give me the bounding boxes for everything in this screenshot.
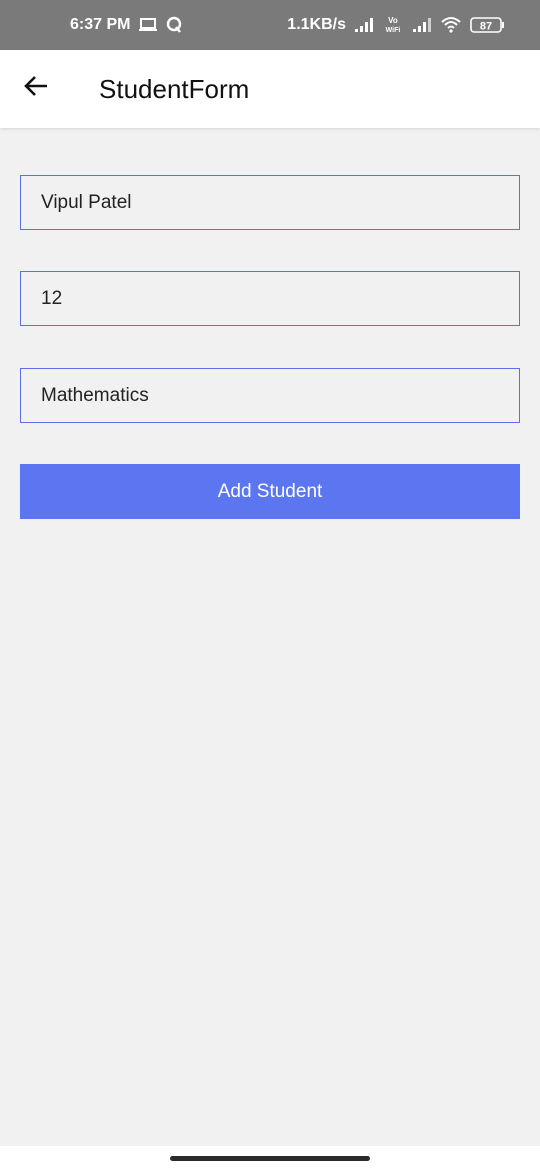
wifi-icon <box>440 16 462 34</box>
arrow-left-icon <box>23 73 49 104</box>
student-name-input[interactable] <box>41 191 519 214</box>
vowifi-icon: Vo WiFi <box>382 15 404 35</box>
roll-number-field[interactable] <box>20 271 520 326</box>
add-student-button[interactable]: Add Student <box>20 464 520 519</box>
student-name-field[interactable] <box>20 175 520 230</box>
subject-field[interactable] <box>20 368 520 423</box>
page-title: StudentForm <box>99 74 250 104</box>
battery-icon: 87 <box>470 16 506 34</box>
subject-input[interactable] <box>41 384 519 407</box>
network-speed: 1.1KB/s <box>287 16 346 33</box>
q-icon <box>166 16 182 34</box>
signal-icon <box>354 17 374 33</box>
laptop-icon <box>138 17 158 33</box>
signal-icon-2 <box>412 17 432 33</box>
svg-text:Vo: Vo <box>388 16 398 25</box>
status-bar: 6:37 PM 1.1KB/s Vo WiFi 87 <box>0 0 540 50</box>
status-left: 6:37 PM <box>70 16 182 34</box>
home-indicator[interactable] <box>170 1156 370 1161</box>
app-bar: StudentForm <box>0 50 540 128</box>
status-time: 6:37 PM <box>70 16 131 33</box>
back-button[interactable] <box>18 70 54 106</box>
roll-number-input[interactable] <box>41 287 519 310</box>
svg-text:WiFi: WiFi <box>386 27 401 34</box>
svg-text:87: 87 <box>480 21 492 33</box>
status-right: 1.1KB/s Vo WiFi 87 <box>287 15 506 35</box>
